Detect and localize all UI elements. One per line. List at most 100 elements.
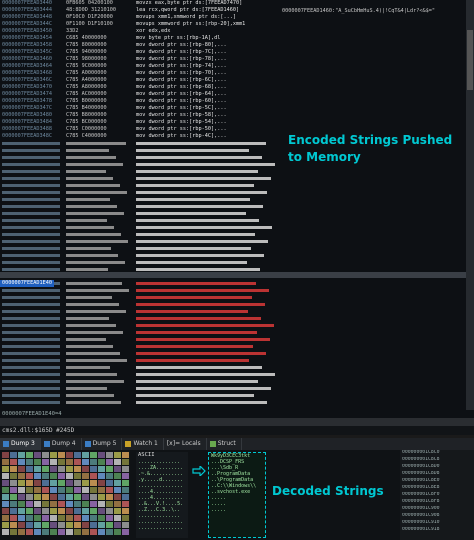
disasm-instruction[interactable]: mov dword ptr ss:[rbp-60],... — [136, 98, 282, 105]
hex-byte[interactable] — [66, 529, 73, 535]
scrollbar-thumb[interactable] — [467, 30, 473, 90]
stack-row[interactable]: 000000001C908 — [400, 513, 474, 519]
hex-byte[interactable] — [90, 473, 97, 479]
hex-byte[interactable] — [34, 515, 41, 521]
hex-byte[interactable] — [114, 466, 121, 472]
hex-byte[interactable] — [58, 501, 65, 507]
disasm-address[interactable]: 0000007FEEAD3468 — [2, 70, 64, 77]
disasm-address[interactable]: 0000007FEEAD3450 — [2, 28, 64, 35]
hex-byte[interactable] — [106, 508, 113, 514]
hex-byte[interactable] — [82, 529, 89, 535]
stack-row[interactable]: 000000001C8F0 — [400, 492, 474, 498]
hex-byte[interactable] — [74, 508, 81, 514]
hex-byte[interactable] — [10, 480, 17, 486]
hex-byte[interactable] — [74, 480, 81, 486]
hex-byte[interactable] — [2, 529, 9, 535]
hex-byte[interactable] — [106, 515, 113, 521]
tab-struct[interactable]: Struct — [207, 438, 242, 450]
disasm-instruction[interactable]: mov dword ptr ss:[rbp-5C],... — [136, 105, 282, 112]
hex-byte[interactable] — [34, 508, 41, 514]
hex-byte[interactable] — [90, 466, 97, 472]
hex-byte[interactable] — [26, 480, 33, 486]
hex-byte[interactable] — [50, 480, 57, 486]
hex-byte[interactable] — [82, 487, 89, 493]
hex-byte[interactable] — [114, 480, 121, 486]
hex-row[interactable] — [2, 515, 134, 521]
hex-byte[interactable] — [66, 522, 73, 528]
hex-byte[interactable] — [50, 515, 57, 521]
hex-byte[interactable] — [26, 494, 33, 500]
stack-row[interactable]: 000000001C910 — [400, 520, 474, 526]
hex-byte[interactable] — [74, 515, 81, 521]
hex-byte[interactable] — [82, 501, 89, 507]
disasm-instruction[interactable]: mov dword ptr ss:[rbp-54],... — [136, 119, 282, 126]
hex-byte[interactable] — [58, 466, 65, 472]
hex-byte[interactable] — [114, 522, 121, 528]
disasm-address[interactable]: 0000007FEEAD346C — [2, 77, 64, 84]
hex-byte[interactable] — [2, 487, 9, 493]
hex-byte[interactable] — [58, 452, 65, 458]
hex-row[interactable] — [2, 473, 134, 479]
hex-byte[interactable] — [106, 487, 113, 493]
hex-byte[interactable] — [66, 487, 73, 493]
hex-byte[interactable] — [50, 459, 57, 465]
hex-byte[interactable] — [90, 452, 97, 458]
hex-byte[interactable] — [106, 466, 113, 472]
hex-byte[interactable] — [34, 466, 41, 472]
hex-byte[interactable] — [50, 452, 57, 458]
hex-byte[interactable] — [26, 501, 33, 507]
hex-byte[interactable] — [34, 487, 41, 493]
disasm-address[interactable]: 0000007FEEAD3474 — [2, 91, 64, 98]
hex-byte[interactable] — [18, 508, 25, 514]
disasm-address[interactable]: 0000007FEEAD3444 — [2, 7, 64, 14]
hex-byte[interactable] — [122, 452, 129, 458]
hex-byte[interactable] — [98, 508, 105, 514]
hex-byte[interactable] — [2, 494, 9, 500]
hex-byte[interactable] — [34, 459, 41, 465]
stack-row[interactable]: 000000001C8C0 — [400, 450, 474, 456]
hex-row[interactable] — [2, 529, 134, 535]
hex-byte[interactable] — [2, 522, 9, 528]
hex-byte[interactable] — [10, 508, 17, 514]
disasm-instruction[interactable]: mov dword ptr ss:[rbp-4C],... — [136, 133, 282, 140]
hex-byte[interactable] — [26, 466, 33, 472]
hex-byte[interactable] — [90, 515, 97, 521]
disasm-instruction[interactable]: mov dword ptr ss:[rbp-80],... — [136, 42, 282, 49]
hex-byte[interactable] — [98, 529, 105, 535]
hex-byte[interactable] — [74, 466, 81, 472]
hex-byte[interactable] — [18, 501, 25, 507]
hex-byte[interactable] — [42, 529, 49, 535]
hex-byte[interactable] — [98, 501, 105, 507]
hex-byte[interactable] — [34, 522, 41, 528]
hex-byte[interactable] — [74, 522, 81, 528]
hex-byte[interactable] — [122, 522, 129, 528]
hex-row[interactable] — [2, 459, 134, 465]
hex-byte[interactable] — [114, 494, 121, 500]
stack-pane[interactable]: 000000001C8C0 000000001C8C8 000000001C8D0 0… — [400, 450, 474, 540]
hex-byte[interactable] — [90, 529, 97, 535]
hex-byte[interactable] — [66, 480, 73, 486]
hex-byte[interactable] — [106, 480, 113, 486]
hex-byte[interactable] — [98, 459, 105, 465]
hex-byte[interactable] — [50, 529, 57, 535]
hex-byte[interactable] — [66, 515, 73, 521]
instruction-column[interactable]: movzx eax,byte ptr ds:[7FEEAD7470] lea rc… — [136, 0, 282, 410]
hex-byte[interactable] — [90, 494, 97, 500]
hex-byte[interactable] — [98, 452, 105, 458]
hex-byte[interactable] — [10, 452, 17, 458]
stack-row[interactable]: 000000001C900 — [400, 506, 474, 512]
disasm-address[interactable]: 0000007FEEAD3480 — [2, 112, 64, 119]
disasm-instruction[interactable]: movzx eax,byte ptr ds:[7FEEAD7470] — [136, 0, 282, 7]
hex-byte[interactable] — [26, 515, 33, 521]
hex-byte[interactable] — [122, 459, 129, 465]
hex-row[interactable] — [2, 452, 134, 458]
disasm-address[interactable]: 0000007FEEAD345C — [2, 49, 64, 56]
hex-byte[interactable] — [114, 501, 121, 507]
hex-byte[interactable] — [18, 466, 25, 472]
stack-row[interactable]: 000000001C8E0 — [400, 478, 474, 484]
hex-byte[interactable] — [66, 459, 73, 465]
hex-row[interactable] — [2, 501, 134, 507]
hex-byte[interactable] — [34, 501, 41, 507]
hex-byte[interactable] — [50, 508, 57, 514]
hex-byte[interactable] — [10, 529, 17, 535]
